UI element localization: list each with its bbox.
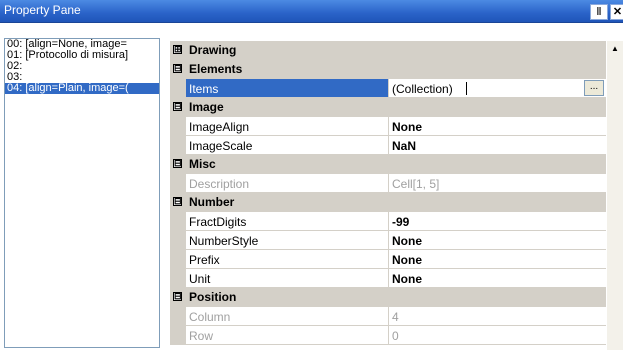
property-value: 0 bbox=[392, 329, 399, 343]
cell-list[interactable]: 00: [align=None, image= 01: [Protocollo … bbox=[4, 38, 160, 348]
collapse-icon[interactable]: ⊟ bbox=[173, 102, 182, 111]
ellipsis-button[interactable]: ... bbox=[584, 80, 604, 96]
category-label: Position bbox=[189, 290, 237, 304]
expand-icon[interactable]: ⊞ bbox=[173, 45, 182, 54]
close-icon: ✕ bbox=[612, 6, 623, 18]
category-drawing[interactable]: ⊞ Drawing bbox=[170, 41, 606, 60]
category-label: Image bbox=[189, 100, 224, 114]
property-value[interactable]: NaN bbox=[392, 139, 416, 153]
arrow-up-icon: ▲ bbox=[611, 44, 619, 53]
property-name: Row bbox=[189, 329, 214, 343]
property-name: NumberStyle bbox=[189, 234, 259, 248]
property-row-fractdigits[interactable]: FractDigits -99 bbox=[170, 212, 606, 231]
category-elements[interactable]: ⊟ Elements bbox=[170, 60, 606, 79]
property-row-column[interactable]: Column 4 bbox=[170, 307, 606, 326]
title-bar: Property Pane Ⅱ ✕ bbox=[0, 0, 623, 23]
property-row-row[interactable]: Row 0 bbox=[170, 326, 606, 345]
property-name: ImageAlign bbox=[189, 120, 250, 134]
property-row-imagescale[interactable]: ImageScale NaN bbox=[170, 136, 606, 155]
property-value[interactable]: None bbox=[392, 234, 422, 248]
category-number[interactable]: ⊟ Number bbox=[170, 193, 606, 212]
property-name: Column bbox=[189, 310, 231, 324]
property-name: Prefix bbox=[189, 253, 220, 267]
collapse-icon[interactable]: ⊟ bbox=[173, 64, 182, 73]
list-item-selected[interactable]: 04: [align=Plain, image=( bbox=[5, 83, 159, 94]
window-title: Property Pane bbox=[4, 3, 81, 17]
property-name: Unit bbox=[189, 272, 211, 286]
pin-button[interactable]: Ⅱ bbox=[590, 4, 608, 20]
category-label: Drawing bbox=[189, 43, 237, 57]
collapse-icon[interactable]: ⊟ bbox=[173, 159, 182, 168]
scroll-up-button[interactable]: ▲ bbox=[607, 41, 623, 57]
property-row-numberstyle[interactable]: NumberStyle None bbox=[170, 231, 606, 250]
property-value[interactable]: None bbox=[392, 120, 422, 134]
list-item[interactable]: 01: [Protocollo di misura] bbox=[5, 50, 159, 61]
property-row-imagealign[interactable]: ImageAlign None bbox=[170, 117, 606, 136]
property-row-prefix[interactable]: Prefix None bbox=[170, 250, 606, 269]
category-label: Elements bbox=[189, 62, 243, 76]
property-value-input[interactable]: (Collection) bbox=[392, 82, 453, 96]
close-button[interactable]: ✕ bbox=[610, 4, 623, 20]
property-grid[interactable]: ⊞ Drawing ⊟ Elements Items (Collection) … bbox=[170, 41, 606, 350]
vertical-scrollbar[interactable]: ▲ bbox=[607, 41, 623, 350]
category-position[interactable]: ⊟ Position bbox=[170, 288, 606, 307]
category-misc[interactable]: ⊟ Misc bbox=[170, 155, 606, 174]
category-label: Misc bbox=[189, 157, 216, 171]
category-label: Number bbox=[189, 195, 235, 209]
property-value: 4 bbox=[392, 310, 399, 324]
property-row-items[interactable]: Items (Collection) ... bbox=[170, 79, 606, 98]
list-item[interactable]: 02: bbox=[5, 61, 159, 72]
property-name: Items bbox=[189, 82, 219, 96]
property-row-unit[interactable]: Unit None bbox=[170, 269, 606, 288]
collapse-icon[interactable]: ⊟ bbox=[173, 197, 182, 206]
pin-icon: Ⅱ bbox=[596, 6, 602, 18]
property-row-description[interactable]: Description Cell[1, 5] bbox=[170, 174, 606, 193]
property-value[interactable]: None bbox=[392, 272, 422, 286]
property-name: Description bbox=[189, 177, 250, 191]
property-value[interactable]: -99 bbox=[392, 215, 409, 229]
property-name: FractDigits bbox=[189, 215, 247, 229]
property-value: Cell[1, 5] bbox=[392, 177, 440, 191]
property-value[interactable]: None bbox=[392, 253, 422, 267]
category-image[interactable]: ⊟ Image bbox=[170, 98, 606, 117]
property-name: ImageScale bbox=[189, 139, 253, 153]
text-caret bbox=[466, 82, 467, 95]
collapse-icon[interactable]: ⊟ bbox=[173, 292, 182, 301]
